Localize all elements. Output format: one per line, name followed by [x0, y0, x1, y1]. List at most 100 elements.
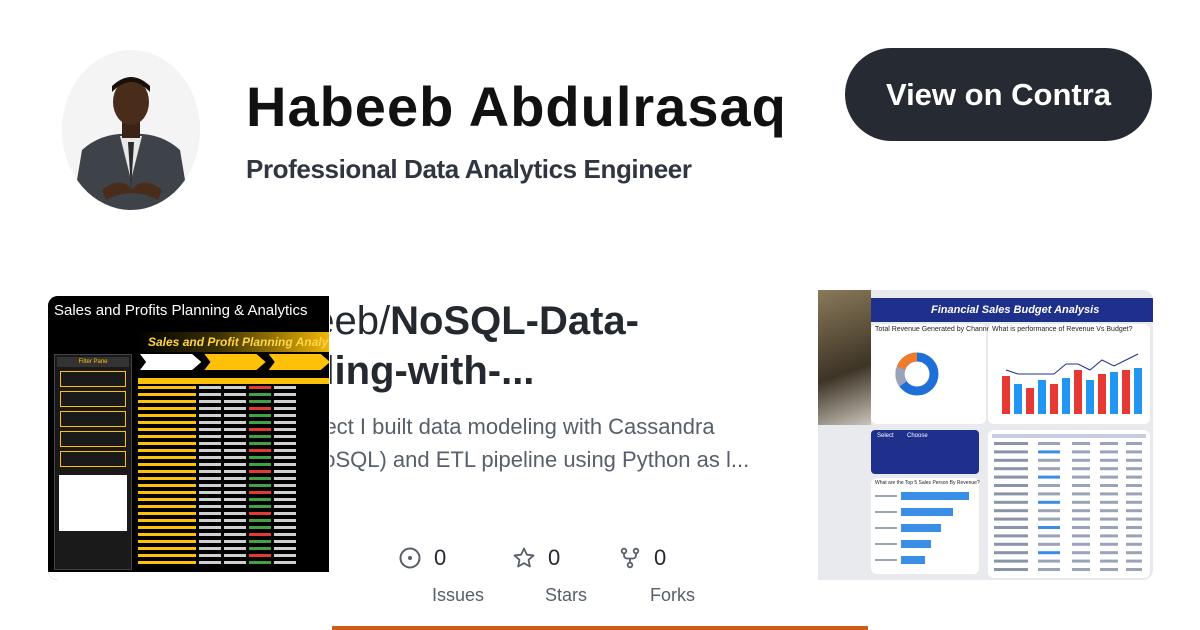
table-cell: [1038, 517, 1060, 521]
top-salesperson-panel: What are the Top 5 Sales Person By Reven…: [871, 478, 980, 574]
project-thumbnail-financial-budget[interactable]: Financial Sales Budget Analysis Total Re…: [818, 290, 1153, 580]
table-cell: [1038, 467, 1060, 471]
revenue-vs-budget-panel: What is performance of Revenue Vs Budget…: [988, 324, 1150, 424]
table-cell: [1126, 442, 1142, 445]
choose-label: Choose: [907, 433, 928, 439]
table-row: [994, 458, 1028, 462]
issue-icon: [399, 547, 421, 569]
table-cell: [1038, 458, 1060, 462]
profile-name: Habeeb Abdulrasaq: [246, 75, 787, 138]
stat-stars: 0 Stars: [512, 545, 587, 606]
table-row: [994, 500, 1028, 504]
filter-pane-label: Filter Pane: [57, 357, 129, 367]
dashboard-title: Sales and Profits Planning & Analytics: [48, 296, 329, 326]
table-cell: [1072, 450, 1090, 454]
table-cell: [1072, 467, 1090, 471]
table-row: [138, 407, 329, 412]
table-row: [994, 551, 1028, 555]
bar: [1122, 370, 1130, 414]
stat-value: 0: [434, 545, 447, 570]
table-row: [994, 517, 1028, 521]
table-cell: [1038, 450, 1060, 454]
repo-name: NoSQL-Data-: [390, 299, 639, 343]
table-cell: [1100, 458, 1118, 462]
sales-table: [138, 378, 329, 566]
table-cell: [1072, 534, 1090, 538]
filter-pane: Filter Pane: [54, 354, 132, 570]
revenue-budget-chart: [1002, 353, 1142, 414]
bar: [1002, 376, 1010, 414]
table-row: [138, 435, 329, 440]
repo-title: beeb/NoSQL-Data- elling-with-...: [330, 296, 850, 396]
stat-value: 0: [654, 545, 667, 570]
table-row: [138, 498, 329, 503]
table-row: [138, 554, 329, 559]
table-cell: [1126, 467, 1142, 471]
stat-label: Forks: [650, 585, 695, 605]
table-header: [992, 434, 1146, 438]
table-cell: [1100, 442, 1118, 445]
supervisor-table-panel: [988, 430, 1150, 578]
bar-label: [875, 543, 897, 545]
table-row: [138, 449, 329, 454]
project-thumbnail-sales-profit[interactable]: Sales and Profits Planning & Analytics S…: [48, 296, 329, 580]
table-row: [138, 414, 329, 419]
table-cell: [1126, 475, 1142, 479]
table-row: [994, 534, 1028, 538]
table-row: [138, 470, 329, 475]
table-cell: [1072, 442, 1090, 445]
bar-label: [875, 495, 897, 497]
profile-title: Professional Data Analytics Engineer: [246, 154, 692, 184]
table-cell: [1126, 542, 1142, 546]
table-cell: [1100, 542, 1118, 546]
table-cell: [1038, 568, 1060, 571]
table-row: [138, 540, 329, 545]
avatar-photo: [62, 50, 200, 210]
table-row: [138, 456, 329, 461]
repo-stats: utor 0 Issues 0 Stars 0 Forks: [330, 545, 870, 605]
bar: [1050, 384, 1058, 414]
table-cell: [1038, 551, 1060, 555]
filter-selector: Select Choose: [871, 430, 979, 474]
bar-label: [875, 527, 897, 529]
bar: [1110, 372, 1118, 414]
stat-label: Stars: [545, 585, 588, 605]
table-row: [994, 450, 1028, 454]
table-cell: [1100, 509, 1118, 513]
table-cell: [1072, 492, 1090, 496]
table-cell: [1100, 484, 1118, 487]
table-cell: [1072, 500, 1090, 504]
table-row: [138, 442, 329, 447]
table-cell: [1126, 500, 1142, 504]
table-row: [994, 526, 1028, 529]
process-arrows: [140, 354, 329, 370]
github-repo-card[interactable]: beeb/NoSQL-Data- elling-with-... roject …: [330, 290, 870, 630]
table-cell: [1100, 517, 1118, 521]
table-cell: [1100, 551, 1118, 555]
repo-description: roject I built data modeling with Cassan…: [330, 414, 750, 472]
bar: [1086, 380, 1094, 414]
table-cell: [1100, 500, 1118, 504]
table-row: [138, 547, 329, 552]
table-row: [138, 386, 329, 391]
table-row: [138, 393, 329, 398]
bar: [1074, 370, 1082, 414]
bar: [901, 508, 953, 516]
table-cell: [1126, 484, 1142, 487]
table-row: [138, 561, 329, 566]
stat-issues: 0 Issues: [398, 545, 484, 606]
table-row: [138, 484, 329, 489]
bar: [1134, 368, 1142, 414]
bar: [1014, 384, 1022, 414]
table-cell: [1072, 458, 1090, 462]
table-row: [994, 484, 1028, 487]
table-cell: [1100, 492, 1118, 496]
stat-value: 0: [548, 545, 561, 570]
table-cell: [1072, 526, 1090, 529]
table-row: [994, 509, 1028, 513]
table-cell: [1126, 534, 1142, 538]
view-on-contra-button[interactable]: View on Contra: [845, 48, 1152, 141]
table-cell: [1100, 467, 1118, 471]
table-cell: [1126, 526, 1142, 529]
table-row: [138, 421, 329, 426]
